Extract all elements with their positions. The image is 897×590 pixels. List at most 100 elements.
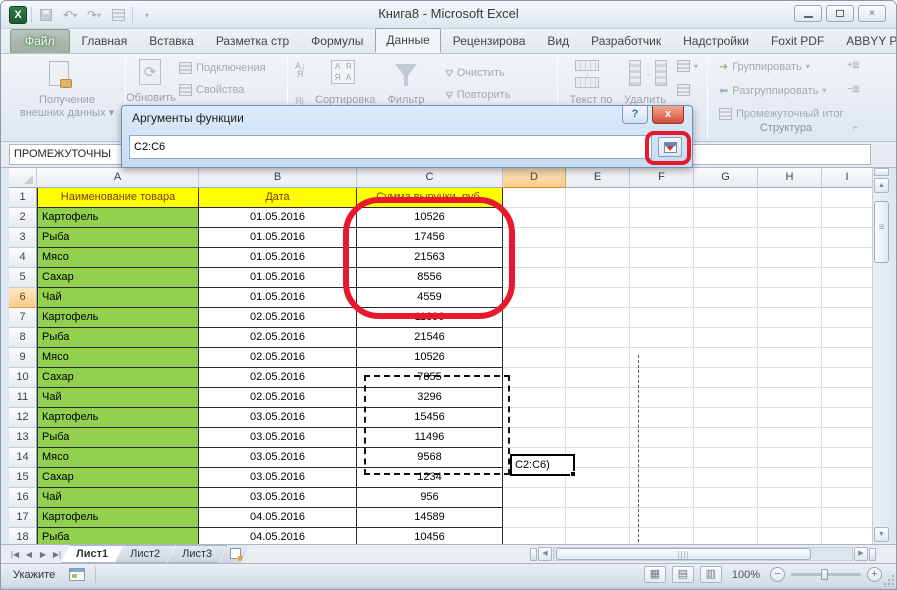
cell[interactable] [630,228,694,248]
cell[interactable] [822,268,873,288]
row-header-15[interactable]: 15 [9,468,37,488]
cell[interactable]: Сахар [37,268,199,288]
range-input[interactable]: C2:C6 [129,135,652,159]
column-header-A[interactable]: A [37,168,199,188]
cell[interactable] [630,448,694,468]
row-header-6[interactable]: 6 [9,288,37,308]
active-cell-d6[interactable]: C2:C6) [510,454,575,476]
cell[interactable] [566,408,630,428]
cell[interactable] [503,328,566,348]
cell[interactable] [758,428,822,448]
show-detail-icon[interactable]: +≣ [847,60,859,71]
cell[interactable] [503,368,566,388]
cell[interactable] [822,488,873,508]
cell[interactable]: 01.05.2016 [199,228,357,248]
cell[interactable] [630,308,694,328]
cell[interactable] [758,388,822,408]
resize-grip-icon[interactable] [882,575,894,587]
column-header-I[interactable]: I [822,168,873,188]
h-split-handle[interactable] [530,548,537,561]
cell[interactable]: Картофель [37,408,199,428]
column-header-B[interactable]: B [199,168,357,188]
cell[interactable] [758,488,822,508]
cell[interactable]: 21546 [357,328,503,348]
cell[interactable] [694,328,758,348]
cell[interactable] [566,528,630,544]
column-header-F[interactable]: F [630,168,694,188]
cell[interactable]: Мясо [37,248,199,268]
reapply-filter-button[interactable]: 🜃Повторить [445,84,510,105]
cell[interactable] [503,508,566,528]
tab-главная[interactable]: Главная [72,30,138,53]
tab-разметка-стр[interactable]: Разметка стр [206,30,299,53]
cell[interactable] [822,348,873,368]
hide-detail-icon[interactable]: −≣ [847,84,859,95]
cell[interactable] [694,488,758,508]
cell[interactable] [758,268,822,288]
cell[interactable]: 04.05.2016 [199,528,357,544]
cell[interactable]: Мясо [37,348,199,368]
cell[interactable] [758,368,822,388]
cell[interactable] [630,508,694,528]
first-sheet-icon[interactable]: |◀ [9,550,21,559]
cell[interactable] [694,368,758,388]
cell[interactable] [630,188,694,208]
tab-рецензирова[interactable]: Рецензирова [443,30,536,53]
column-header-D[interactable]: D [503,168,566,188]
cell[interactable] [566,368,630,388]
cell[interactable] [694,248,758,268]
dialog-close-button[interactable]: x [652,106,684,124]
data-validation-icon[interactable]: ▾ [677,60,698,72]
consolidate-icon[interactable] [677,84,690,96]
column-header-E[interactable]: E [566,168,630,188]
cell[interactable] [758,308,822,328]
cell[interactable] [503,428,566,448]
cell[interactable] [758,348,822,368]
cell[interactable]: 02.05.2016 [199,328,357,348]
cell[interactable]: 10526 [357,348,503,368]
cell[interactable] [503,308,566,328]
cell[interactable] [503,408,566,428]
normal-view-icon[interactable]: ▦ [644,566,666,583]
cell[interactable] [630,268,694,288]
tab-abbyy-pdf-tra[interactable]: ABBYY PDF Tra [836,30,897,53]
get-external-data-button[interactable]: Получение внешних данных ▾ [15,94,119,119]
cell[interactable] [694,448,758,468]
cell[interactable]: Рыба [37,328,199,348]
cell[interactable] [758,208,822,228]
cell[interactable] [630,248,694,268]
cell[interactable]: Рыба [37,228,199,248]
cell[interactable] [758,248,822,268]
cell[interactable] [566,248,630,268]
cell[interactable] [694,408,758,428]
row-header-7[interactable]: 7 [9,308,37,328]
zoom-in-icon[interactable]: + [867,567,882,582]
tab-данные[interactable]: Данные [375,28,440,53]
cell[interactable] [566,488,630,508]
cell[interactable] [694,528,758,544]
tab-вид[interactable]: Вид [537,30,579,53]
cell[interactable]: 03.05.2016 [199,408,357,428]
name-box[interactable]: ПРОМЕЖУТОЧНЫ [9,144,131,165]
cell[interactable]: 03.05.2016 [199,468,357,488]
cell[interactable] [503,528,566,544]
cell[interactable] [822,388,873,408]
page-layout-view-icon[interactable]: ▤ [672,566,694,583]
sheet-tab-лист2[interactable]: Лист2 [115,545,175,563]
cell[interactable] [630,528,694,544]
cell[interactable]: Рыба [37,528,199,544]
cell[interactable]: 02.05.2016 [199,348,357,368]
zoom-slider[interactable] [791,573,861,576]
group-button[interactable]: ➜Группировать▾ [719,60,810,73]
vertical-scrollbar[interactable]: ▲ ▼ [872,168,889,544]
tab-разработчик[interactable]: Разработчик [581,30,671,53]
row-header-8[interactable]: 8 [9,328,37,348]
cell[interactable] [566,308,630,328]
cell[interactable] [694,208,758,228]
close-button[interactable]: × [858,5,886,22]
cell[interactable] [630,328,694,348]
row-header-18[interactable]: 18 [9,528,37,544]
cell[interactable] [694,468,758,488]
cell[interactable] [822,288,873,308]
sheet-tab-лист3[interactable]: Лист3 [167,545,227,563]
